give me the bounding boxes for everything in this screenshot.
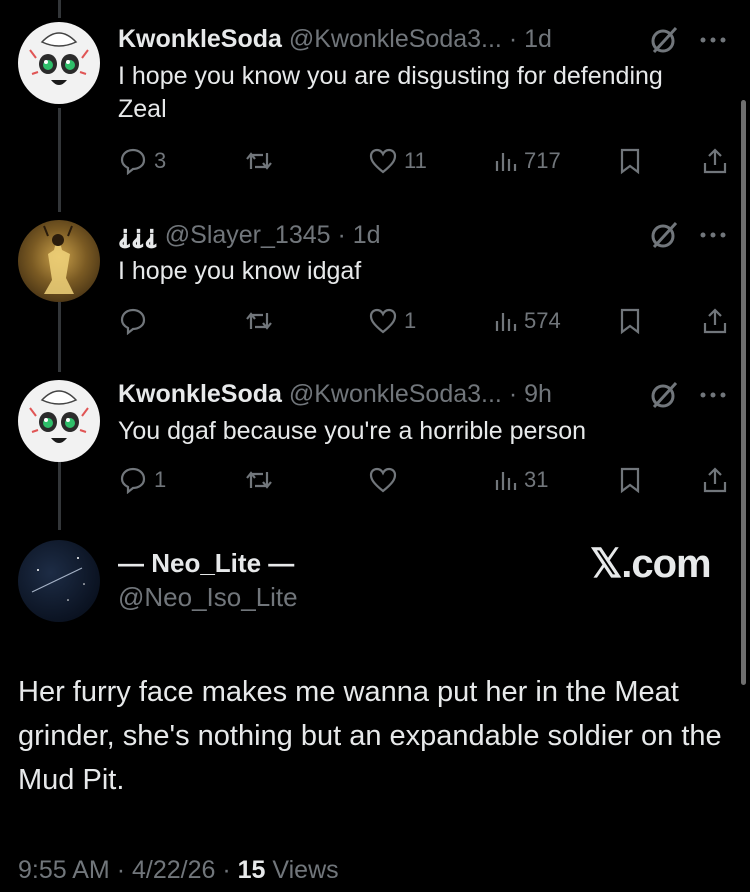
retweet-icon: [246, 152, 272, 170]
heart-icon: [369, 467, 397, 493]
like-count: 11: [404, 148, 427, 173]
share-button[interactable]: [702, 147, 728, 175]
timestamp[interactable]: 1d: [353, 221, 381, 249]
thread-line: [58, 0, 61, 18]
retweet-button[interactable]: [244, 307, 280, 335]
grok-icon[interactable]: [648, 219, 680, 251]
views-count: 15: [237, 856, 266, 884]
night-sky-avatar-icon: [31, 557, 85, 601]
thread-line: [58, 302, 61, 372]
golden-figure-avatar-icon: [43, 225, 74, 294]
comment-icon: [120, 467, 146, 494]
avatar[interactable]: [18, 220, 100, 302]
views-chart-icon: [495, 313, 517, 331]
share-icon: [703, 308, 727, 334]
bookmark-button[interactable]: [618, 307, 642, 335]
bookmark-icon: [620, 467, 640, 494]
views-button[interactable]: 574: [494, 307, 561, 335]
comment-icon: [120, 308, 146, 335]
timestamp[interactable]: 1d: [524, 25, 552, 53]
share-button[interactable]: [702, 466, 728, 494]
comment-icon: [120, 148, 146, 175]
views-button[interactable]: 717: [494, 147, 561, 175]
bookmark-icon: [620, 308, 640, 335]
tweet-text: You dgaf because you're a horrible perso…: [118, 417, 587, 445]
like-button[interactable]: [368, 466, 404, 494]
bookmark-button[interactable]: [618, 466, 642, 494]
heart-icon: [369, 148, 397, 174]
reply-button[interactable]: 3: [118, 147, 166, 175]
avatar[interactable]: [18, 380, 100, 462]
views-button[interactable]: 31: [494, 466, 548, 494]
thread-line: [58, 462, 61, 530]
post-time: 9:55 AM: [18, 856, 110, 884]
display-name[interactable]: KwonkleSoda: [118, 380, 282, 408]
share-icon: [703, 148, 727, 174]
display-name[interactable]: KwonkleSoda: [118, 25, 282, 53]
views-label: Views: [272, 856, 339, 884]
separator-dot: ·: [337, 221, 346, 249]
avatar[interactable]: [18, 540, 100, 622]
more-options-icon[interactable]: [698, 230, 728, 240]
thread-line: [58, 108, 61, 212]
x-logo: 𝕏.com: [590, 542, 712, 586]
reply-button[interactable]: 1: [118, 466, 166, 494]
cartoon-face-avatar-icon: [29, 32, 89, 85]
user-handle[interactable]: @KwonkleSoda3...: [289, 25, 502, 53]
user-handle[interactable]: @Neo_Iso_Lite: [118, 582, 298, 613]
view-count: 574: [524, 308, 561, 333]
separator-dot: ·: [508, 25, 518, 53]
user-handle[interactable]: @Slayer_1345: [165, 221, 331, 249]
retweet-icon: [246, 471, 272, 489]
scrollbar[interactable]: [741, 100, 746, 685]
retweet-button[interactable]: [244, 147, 280, 175]
like-count: 1: [404, 308, 417, 333]
heart-icon: [369, 308, 397, 334]
more-options-icon[interactable]: [698, 35, 728, 45]
separator-dot: ·: [508, 380, 518, 408]
like-button[interactable]: 11: [368, 147, 427, 175]
cartoon-face-avatar-icon: [29, 390, 89, 443]
tweet-text: I hope you know idgaf: [118, 257, 362, 285]
share-button[interactable]: [702, 307, 728, 335]
tweet-text: Her furry face makes me wanna put her in…: [18, 676, 722, 796]
timestamp[interactable]: 9h: [524, 380, 552, 408]
retweet-button[interactable]: [244, 466, 280, 494]
post-date: 4/22/26: [131, 856, 216, 884]
display-name[interactable]: ⸘⸘⸘: [118, 221, 158, 249]
avatar[interactable]: [18, 22, 100, 104]
share-icon: [703, 467, 727, 493]
view-count: 717: [524, 148, 561, 173]
user-handle[interactable]: @KwonkleSoda3...: [289, 380, 502, 408]
reply-button[interactable]: [118, 307, 154, 335]
display-name[interactable]: — Neo_Lite —: [118, 548, 294, 579]
views-chart-icon: [495, 472, 517, 490]
grok-icon[interactable]: [648, 379, 680, 411]
like-button[interactable]: 1: [368, 307, 416, 335]
separator-dot: ·: [222, 856, 238, 884]
tweet-header: KwonkleSoda @KwonkleSoda3... · 9h: [118, 380, 552, 409]
bookmark-button[interactable]: [618, 147, 642, 175]
reply-count: 1: [154, 467, 167, 492]
retweet-icon: [246, 312, 272, 330]
tweet-text: I hope you know you are disgusting for d…: [118, 62, 663, 123]
reply-count: 3: [154, 148, 167, 173]
more-options-icon[interactable]: [698, 390, 728, 400]
tweet-header: KwonkleSoda @KwonkleSoda3... · 1d: [118, 25, 552, 54]
tweet-header: ⸘⸘⸘ @Slayer_1345 · 1d: [118, 220, 381, 250]
views-chart-icon: [495, 153, 517, 171]
view-count: 31: [524, 467, 549, 492]
tweet-meta: 9:55 AM · 4/22/26 · 15 Views: [18, 856, 339, 885]
bookmark-icon: [620, 148, 640, 175]
grok-icon[interactable]: [648, 24, 680, 56]
separator-dot: ·: [116, 856, 132, 884]
